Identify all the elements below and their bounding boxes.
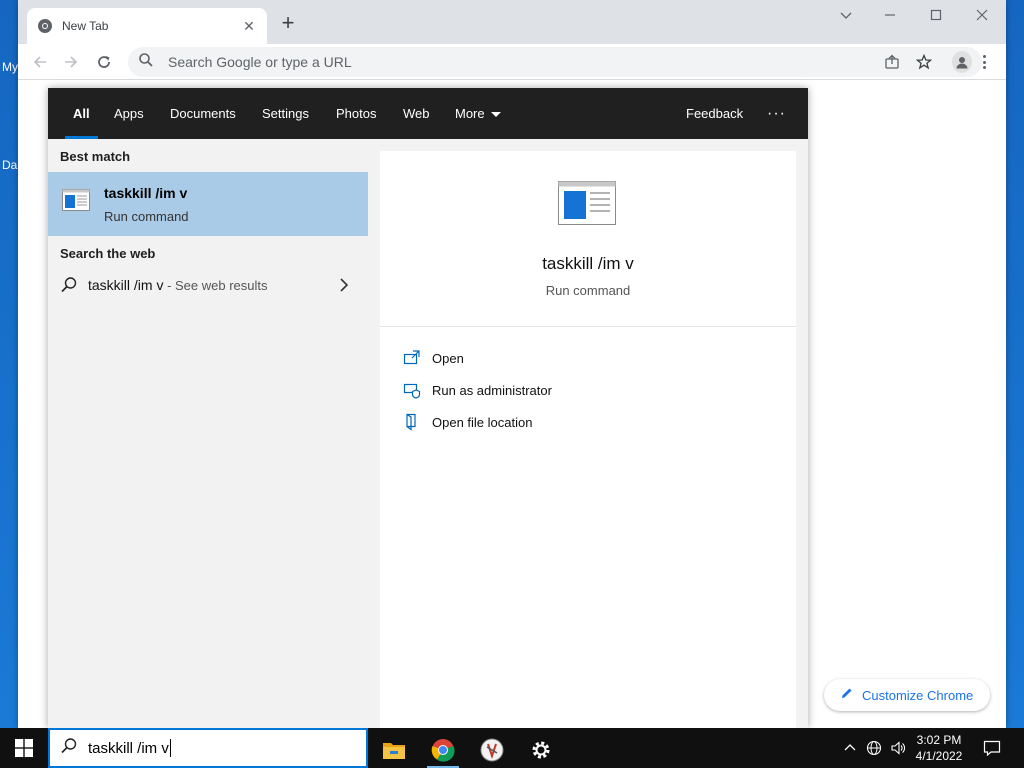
run-as-admin-label: Run as administrator (432, 382, 552, 398)
profile-avatar-icon[interactable] (952, 51, 972, 73)
forward-button[interactable] (59, 50, 83, 74)
search-query-text: taskkill /im v (88, 739, 169, 757)
web-search-result[interactable]: taskkill /im v - See web results (48, 271, 368, 301)
file-explorer-button[interactable] (372, 732, 416, 768)
chrome-taskbar-button[interactable] (421, 732, 465, 768)
tab-search-icon[interactable] (836, 6, 856, 26)
desktop-icon-label[interactable]: My (2, 60, 18, 74)
search-icon (60, 737, 78, 760)
clock-time: 3:02 PM (916, 733, 962, 747)
search-icon (60, 276, 78, 299)
system-tray (838, 728, 910, 768)
share-icon[interactable] (882, 54, 902, 70)
web-result-query: taskkill /im v (88, 277, 164, 293)
best-match-name: taskkill /im v (104, 185, 188, 201)
notification-icon[interactable] (980, 736, 1004, 760)
customize-chrome-button[interactable]: Customize Chrome (824, 679, 990, 711)
title-bar: New Tab ✕ + (18, 0, 1006, 44)
app-icon (480, 738, 504, 762)
more-options-button[interactable]: ··· (767, 88, 786, 139)
omnibox[interactable]: Search Google or type a URL (128, 47, 982, 77)
best-match-heading: Best match (60, 149, 131, 164)
search-web-heading: Search the web (60, 246, 156, 261)
best-match-type: Run command (104, 209, 189, 224)
tab-web[interactable]: Web (403, 88, 430, 139)
browser-tab[interactable]: New Tab ✕ (27, 8, 267, 44)
network-globe-icon[interactable] (862, 728, 886, 768)
app-taskbar-button[interactable] (470, 732, 514, 768)
open-label: Open (432, 350, 464, 366)
chrome-menu-icon[interactable] (976, 52, 992, 72)
tab-more-label: More (455, 106, 485, 121)
results-list: Best match taskkill /im v Run command Se… (48, 139, 368, 728)
chrome-icon (431, 739, 455, 762)
search-icon (138, 52, 156, 73)
feedback-button[interactable]: Feedback (686, 88, 743, 139)
best-match-result[interactable]: taskkill /im v Run command (48, 172, 368, 236)
tab-apps[interactable]: Apps (114, 88, 144, 139)
web-result-text: taskkill /im v - See web results (88, 277, 268, 293)
clock-date: 4/1/2022 (915, 749, 963, 763)
open-icon (402, 348, 422, 368)
search-filter-tabs: All Apps Documents Settings Photos Web M… (48, 88, 808, 139)
preview-pane: taskkill /im v Run command Open Run as a… (380, 151, 796, 728)
taskbar: taskkill /im v 3:02 PM 4/1/2022 (0, 728, 1024, 768)
chrome-favicon-icon (37, 18, 53, 34)
bookmark-star-icon[interactable] (914, 54, 934, 70)
desktop-icon-label[interactable]: Da (2, 158, 17, 172)
chevron-up-icon[interactable] (838, 728, 862, 768)
tab-more[interactable]: More (455, 88, 501, 139)
tab-title: New Tab (62, 19, 109, 33)
open-file-location-action[interactable]: Open file location (402, 410, 532, 434)
chevron-right-icon[interactable] (338, 275, 350, 300)
maximize-button[interactable] (926, 6, 946, 26)
taskbar-search-input[interactable]: taskkill /im v (48, 728, 368, 768)
back-button[interactable] (28, 50, 52, 74)
run-command-icon (558, 181, 616, 230)
run-command-icon (62, 189, 90, 216)
open-file-location-label: Open file location (432, 414, 533, 430)
preview-type: Run command (545, 283, 631, 298)
preview-header: taskkill /im v Run command (380, 151, 796, 327)
open-action[interactable]: Open (402, 346, 464, 370)
customize-chrome-label: Customize Chrome (862, 687, 974, 703)
file-location-icon (402, 412, 422, 432)
windows-logo-icon (15, 739, 33, 757)
start-button[interactable] (0, 728, 48, 768)
web-result-suffix: - See web results (163, 278, 268, 293)
close-window-button[interactable] (972, 6, 992, 26)
search-panel: All Apps Documents Settings Photos Web M… (48, 88, 808, 728)
tab-all[interactable]: All (65, 88, 98, 139)
browser-toolbar: Search Google or type a URL (18, 44, 1006, 80)
tab-documents[interactable]: Documents (170, 88, 236, 139)
reload-button[interactable] (92, 50, 116, 74)
new-tab-button[interactable]: + (278, 12, 298, 34)
tab-settings[interactable]: Settings (262, 88, 309, 139)
shield-icon (402, 380, 422, 400)
preview-name: taskkill /im v (542, 254, 634, 273)
text-cursor (169, 739, 171, 757)
run-as-admin-action[interactable]: Run as administrator (402, 378, 552, 402)
settings-taskbar-button[interactable] (519, 732, 563, 768)
pencil-icon (840, 686, 854, 705)
settings-icon (532, 741, 550, 759)
tab-photos[interactable]: Photos (336, 88, 376, 139)
omnibox-placeholder: Search Google or type a URL (168, 54, 352, 70)
chevron-down-icon (490, 112, 501, 118)
system-clock[interactable]: 3:02 PM 4/1/2022 (906, 732, 972, 764)
minimize-button[interactable] (880, 6, 900, 26)
close-tab-icon[interactable]: ✕ (241, 18, 257, 35)
file-explorer-icon (383, 743, 405, 759)
